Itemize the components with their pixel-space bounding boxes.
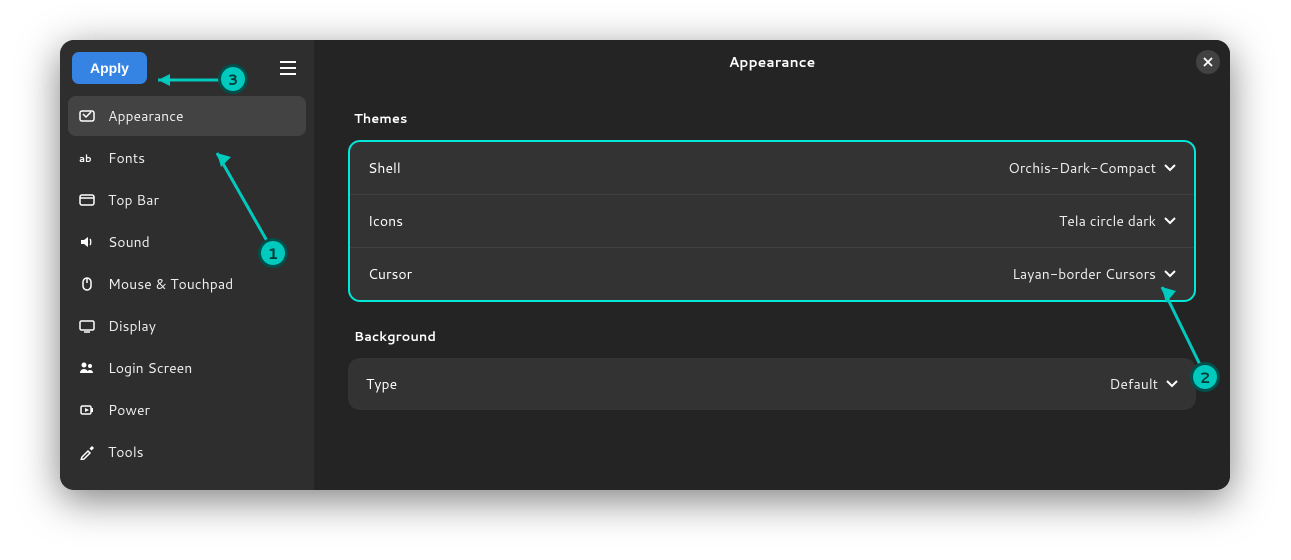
sidebar-item-login[interactable]: Login Screen bbox=[68, 348, 306, 388]
hamburger-menu-button[interactable] bbox=[274, 54, 302, 82]
power-icon bbox=[78, 402, 96, 418]
sidebar-item-label: Mouse & Touchpad bbox=[108, 274, 233, 294]
sidebar-item-label: Appearance bbox=[108, 106, 184, 126]
cursor-theme-dropdown[interactable]: Layan-border Cursors bbox=[1012, 264, 1176, 284]
chevron-down-icon bbox=[1166, 380, 1178, 388]
sidebar-item-label: Tools bbox=[108, 442, 144, 462]
chevron-down-icon bbox=[1164, 270, 1176, 278]
sidebar-item-label: Display bbox=[108, 316, 156, 336]
sidebar-header: Apply bbox=[68, 52, 306, 96]
settings-window: Apply Appearance ab Fonts Top Bar Sound bbox=[60, 40, 1230, 490]
sidebar-item-label: Fonts bbox=[108, 148, 145, 168]
sidebar-item-label: Power bbox=[108, 400, 150, 420]
background-type-dropdown[interactable]: Default bbox=[1109, 374, 1178, 394]
close-button[interactable] bbox=[1196, 50, 1220, 74]
display-icon bbox=[78, 318, 96, 334]
annotation-marker-1: 1 bbox=[258, 238, 288, 268]
icons-theme-row[interactable]: Icons Tela circle dark bbox=[350, 195, 1194, 248]
annotation-marker-2: 2 bbox=[1190, 362, 1220, 392]
sidebar-item-label: Login Screen bbox=[108, 358, 192, 378]
chevron-down-icon bbox=[1164, 164, 1176, 172]
sidebar-list: Appearance ab Fonts Top Bar Sound Mouse … bbox=[68, 96, 306, 472]
fonts-icon: ab bbox=[78, 150, 96, 166]
background-heading: Background bbox=[354, 328, 1190, 346]
icons-theme-dropdown[interactable]: Tela circle dark bbox=[1059, 211, 1176, 231]
row-value-text: Orchis-Dark-Compact bbox=[1008, 158, 1156, 178]
background-type-row[interactable]: Type Default bbox=[348, 358, 1196, 410]
row-value-text: Default bbox=[1109, 374, 1158, 394]
row-label: Icons bbox=[368, 211, 403, 231]
themes-panel: Shell Orchis-Dark-Compact Icons Tela cir… bbox=[348, 140, 1196, 302]
row-label: Shell bbox=[368, 158, 401, 178]
titlebar: Appearance bbox=[314, 40, 1230, 84]
sidebar-item-label: Sound bbox=[108, 232, 150, 252]
topbar-icon bbox=[78, 192, 96, 208]
sound-icon bbox=[78, 234, 96, 250]
cursor-theme-row[interactable]: Cursor Layan-border Cursors bbox=[350, 248, 1194, 300]
sidebar-item-mouse[interactable]: Mouse & Touchpad bbox=[68, 264, 306, 304]
row-value-text: Tela circle dark bbox=[1059, 211, 1156, 231]
main-panel: Appearance Themes Shell Orchis-Dark-Comp… bbox=[314, 40, 1230, 490]
svg-text:ab: ab bbox=[79, 152, 92, 166]
sidebar-item-label: Top Bar bbox=[108, 190, 159, 210]
sidebar-item-appearance[interactable]: Appearance bbox=[68, 96, 306, 136]
sidebar-item-tools[interactable]: Tools bbox=[68, 432, 306, 472]
appearance-icon bbox=[78, 108, 96, 124]
hamburger-icon bbox=[280, 61, 296, 75]
shell-theme-dropdown[interactable]: Orchis-Dark-Compact bbox=[1008, 158, 1176, 178]
sidebar-item-topbar[interactable]: Top Bar bbox=[68, 180, 306, 220]
login-icon bbox=[78, 360, 96, 376]
apply-button[interactable]: Apply bbox=[72, 52, 147, 84]
annotation-marker-3: 3 bbox=[218, 64, 248, 94]
sidebar-item-fonts[interactable]: ab Fonts bbox=[68, 138, 306, 178]
row-label: Cursor bbox=[368, 264, 412, 284]
close-icon bbox=[1203, 57, 1213, 67]
row-value-text: Layan-border Cursors bbox=[1012, 264, 1156, 284]
page-title: Appearance bbox=[729, 52, 816, 72]
sidebar-item-power[interactable]: Power bbox=[68, 390, 306, 430]
mouse-icon bbox=[78, 276, 96, 292]
themes-heading: Themes bbox=[354, 110, 1190, 128]
chevron-down-icon bbox=[1164, 217, 1176, 225]
content-area: Themes Shell Orchis-Dark-Compact Icons T… bbox=[314, 84, 1230, 428]
row-label: Type bbox=[366, 374, 397, 394]
background-panel: Type Default bbox=[348, 358, 1196, 410]
shell-theme-row[interactable]: Shell Orchis-Dark-Compact bbox=[350, 142, 1194, 195]
sidebar-item-display[interactable]: Display bbox=[68, 306, 306, 346]
tools-icon bbox=[78, 444, 96, 460]
